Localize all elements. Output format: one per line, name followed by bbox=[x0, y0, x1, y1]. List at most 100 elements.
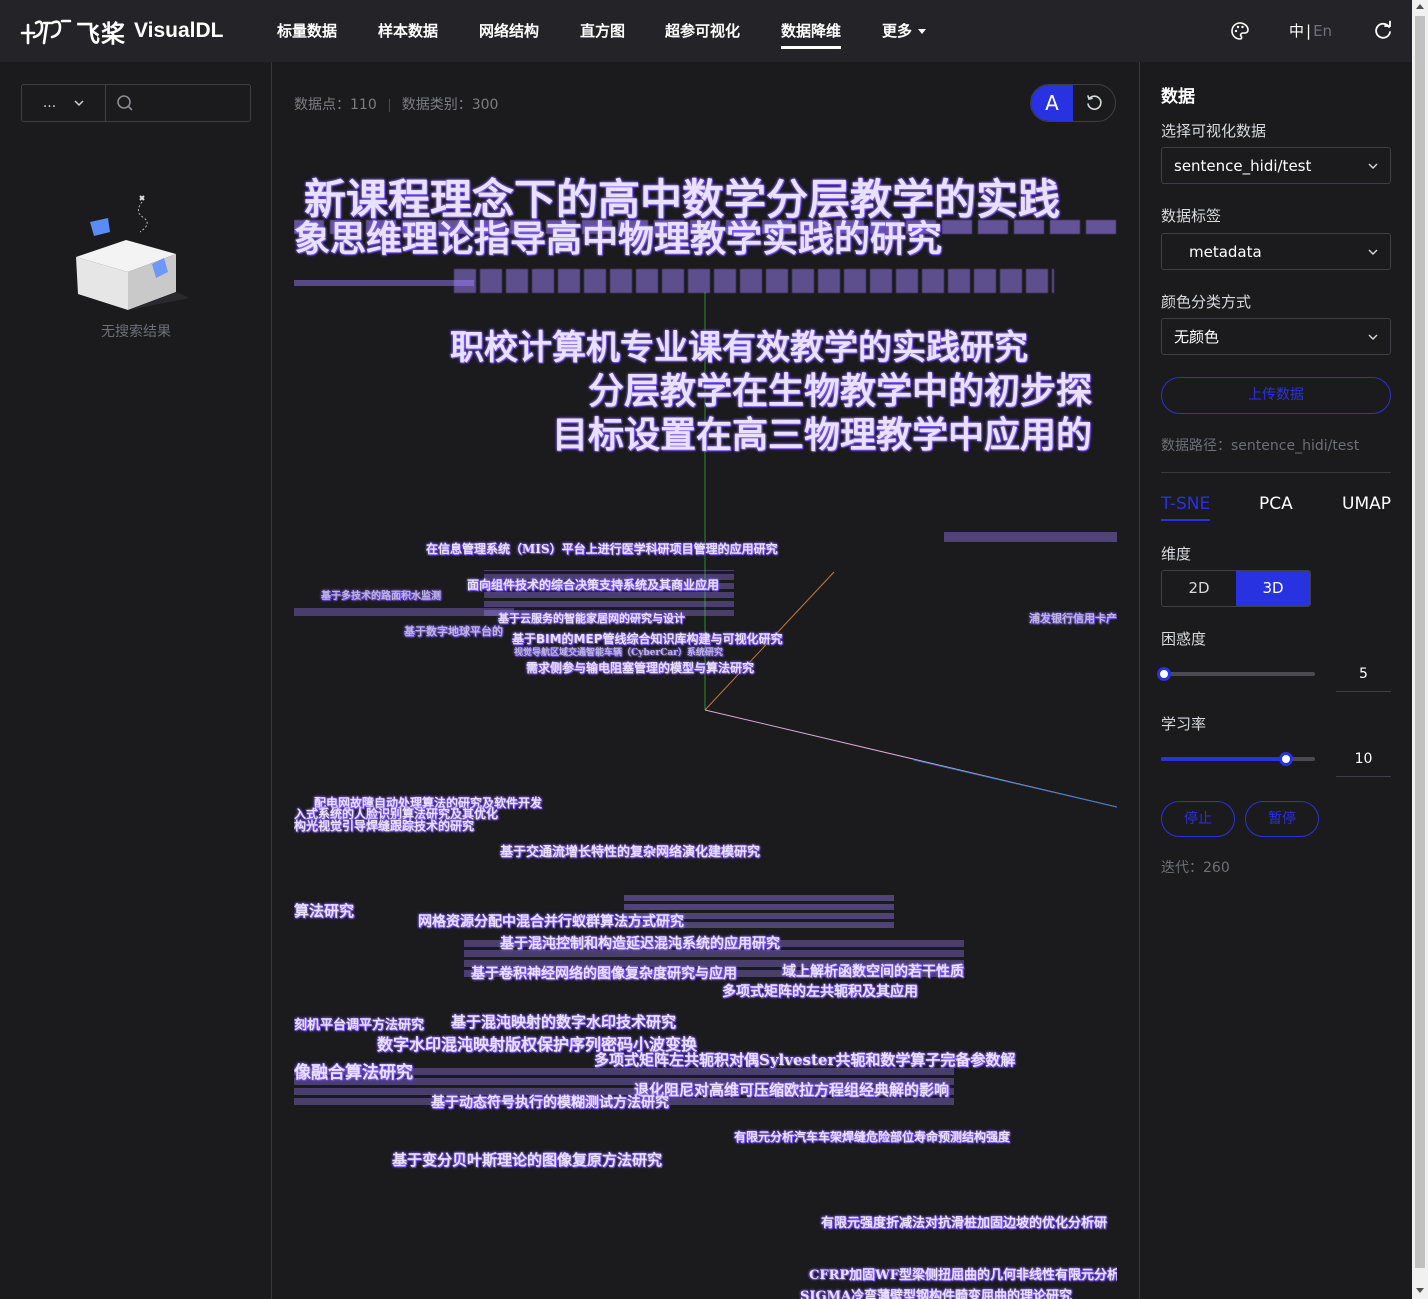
panel-title: 数据 bbox=[1161, 87, 1195, 107]
nav-more[interactable]: 更多 bbox=[882, 0, 927, 62]
overlapping-labels-band bbox=[294, 608, 514, 616]
nav-more-label: 更多 bbox=[882, 22, 913, 40]
overlapping-labels-band bbox=[294, 280, 474, 286]
chevron-down-icon bbox=[74, 100, 84, 107]
learning-rate-slider-handle[interactable] bbox=[1278, 752, 1293, 766]
chevron-down-icon bbox=[1368, 334, 1378, 340]
point-label: 面向组件技术的综合决策支持系统及其商业应用 bbox=[467, 578, 720, 592]
lang-en[interactable]: En bbox=[1313, 22, 1332, 40]
point-label: 多项式矩阵左共轭积对偶Sylvester共轭和数学算子完备参数解 bbox=[594, 1051, 1016, 1069]
nav-histogram[interactable]: 直方图 bbox=[580, 0, 625, 62]
select-data-label: 选择可视化数据 bbox=[1161, 122, 1267, 140]
color-by-select[interactable]: 无颜色 bbox=[1161, 318, 1391, 355]
page-scrollbar[interactable] bbox=[1412, 0, 1428, 1299]
nav-hyperparameter[interactable]: 超参可视化 bbox=[665, 0, 740, 62]
scroll-up-arrow-icon[interactable] bbox=[1416, 4, 1424, 9]
perplexity-label: 困惑度 bbox=[1161, 630, 1207, 648]
point-label: 基于混沌控制和构造延迟混沌系统的应用研究 bbox=[500, 936, 780, 952]
active-tab-indicator bbox=[1161, 519, 1210, 521]
tab-umap[interactable]: UMAP bbox=[1342, 494, 1391, 514]
point-label: 基于卷积神经网络的图像复杂度研究与应用 bbox=[471, 966, 737, 982]
overlapping-labels-band bbox=[944, 532, 1117, 542]
tab-pca[interactable]: PCA bbox=[1259, 494, 1293, 514]
dimension-3d-button[interactable]: 3D bbox=[1236, 571, 1310, 606]
metadata-select[interactable]: metadata bbox=[1161, 233, 1391, 270]
learning-rate-value[interactable]: 10 bbox=[1336, 741, 1391, 777]
point-label: 目标设置在高三物理教学中应用的 bbox=[552, 415, 1093, 456]
scroll-down-arrow-icon[interactable] bbox=[1416, 1288, 1424, 1293]
nav-samples[interactable]: 样本数据 bbox=[378, 0, 438, 62]
stop-button[interactable]: 停止 bbox=[1161, 801, 1235, 837]
overlapping-labels-band bbox=[454, 269, 1054, 293]
theme-palette-icon[interactable] bbox=[1229, 20, 1251, 42]
point-label: 基于动态符号执行的模糊测试方法研究 bbox=[431, 1095, 669, 1111]
nav-graph[interactable]: 网络结构 bbox=[479, 0, 539, 62]
point-label: 多项式矩阵的左共轭积及其应用 bbox=[722, 984, 918, 1000]
lang-separator: | bbox=[1306, 22, 1312, 40]
dataset-select[interactable]: sentence_hidi/test bbox=[1161, 147, 1391, 184]
nav-scalar[interactable]: 标量数据 bbox=[277, 0, 337, 62]
top-navigation-bar: 飞桨 VisualDL 标量数据 样本数据 网络结构 直方图 超参可视化 数据降… bbox=[0, 0, 1412, 62]
search-input-wrap bbox=[106, 85, 250, 121]
section-divider bbox=[1161, 472, 1391, 473]
search-scope-value: ... bbox=[42, 95, 57, 111]
language-switch[interactable]: 中 | En bbox=[1289, 20, 1332, 41]
stats-divider bbox=[388, 98, 390, 112]
search-input[interactable] bbox=[140, 95, 250, 111]
scrollbar-thumb[interactable] bbox=[1415, 16, 1425, 1268]
point-label: 需求侧参与输电阻塞管理的模型与算法研究 bbox=[526, 661, 755, 675]
learning-rate-slider[interactable] bbox=[1161, 752, 1315, 766]
brand-name-en: VisualDL bbox=[134, 19, 224, 42]
point-label: 基于云服务的智能家居网的研究与设计 bbox=[498, 612, 685, 625]
settings-panel: 数据 选择可视化数据 sentence_hidi/test 数据标签 metad… bbox=[1139, 62, 1412, 1299]
left-search-panel: ... 无搜索结果 bbox=[0, 62, 272, 1299]
point-label: 构光视觉引导焊缝跟踪技术的研究 bbox=[294, 819, 475, 833]
point-label: 基于变分贝叶斯理论的图像复原方法研究 bbox=[392, 1151, 663, 1169]
data-stats: 数据点：110 数据类别：300 bbox=[294, 94, 498, 114]
axes-3d bbox=[704, 292, 1117, 808]
point-label: 在信息管理系统（MIS）平台上进行医学科研项目管理的应用研究 bbox=[426, 542, 778, 556]
learning-rate-label: 学习率 bbox=[1161, 715, 1207, 733]
point-label: 浦发银行信用卡产 bbox=[1029, 612, 1117, 625]
chevron-down-icon bbox=[1368, 249, 1378, 255]
point-label: 基于交通流增长特性的复杂网络演化建模研究 bbox=[500, 845, 761, 860]
upload-data-button[interactable]: 上传数据 bbox=[1161, 377, 1391, 414]
x-axis-line-far bbox=[913, 759, 1117, 808]
nav-high-dimensional[interactable]: 数据降维 bbox=[781, 0, 842, 62]
perplexity-value[interactable]: 5 bbox=[1336, 656, 1391, 692]
metadata-select-value: metadata bbox=[1189, 242, 1262, 261]
show-labels-toggle[interactable]: A bbox=[1031, 85, 1073, 121]
point-label: 像融合算法研究 bbox=[294, 1063, 413, 1083]
paddle-logo-icon bbox=[20, 19, 72, 45]
data-path-text: 数据路径：sentence_hidi/test bbox=[1161, 438, 1360, 454]
dataset-select-value: sentence_hidi/test bbox=[1174, 156, 1312, 175]
visualdl-logo[interactable]: 飞桨 VisualDL bbox=[20, 14, 223, 48]
reset-view-button[interactable] bbox=[1073, 85, 1115, 121]
point-label: 视觉导航区域交通智能车辆（CyberCar）系统研究 bbox=[514, 648, 723, 658]
point-label: 基于数字地球平台的 bbox=[404, 625, 503, 638]
search-icon bbox=[117, 95, 133, 111]
perplexity-slider-handle[interactable] bbox=[1157, 667, 1172, 681]
point-label: 基于多技术的路面积水监测 bbox=[321, 591, 441, 602]
perplexity-slider[interactable] bbox=[1157, 667, 1315, 681]
refresh-icon[interactable] bbox=[1372, 20, 1394, 42]
point-label: 域上解析函数空间的若干性质 bbox=[782, 964, 964, 980]
scatter-canvas[interactable]: 新课程理念下的高中数学分层教学的实践 象思维理论指导高中物理教学实践的研究 职校… bbox=[294, 142, 1117, 1299]
points-count: 数据点：110 bbox=[294, 97, 377, 113]
dimension-toggle: 2D 3D bbox=[1161, 570, 1311, 607]
tab-tsne[interactable]: T-SNE bbox=[1161, 494, 1210, 514]
pause-button[interactable]: 暂停 bbox=[1245, 801, 1319, 837]
search-bar: ... bbox=[21, 84, 251, 122]
point-label: 算法研究 bbox=[294, 902, 355, 920]
lang-cn[interactable]: 中 bbox=[1289, 22, 1304, 40]
dimension-2d-button[interactable]: 2D bbox=[1162, 571, 1236, 606]
point-label: 象思维理论指导高中物理教学实践的研究 bbox=[294, 219, 943, 260]
search-scope-select[interactable]: ... bbox=[22, 85, 106, 121]
learning-rate-slider-fill bbox=[1161, 757, 1286, 761]
empty-box-illustration-icon bbox=[76, 195, 190, 310]
point-label: CFRP加固WF型梁侧扭屈曲的几何非线性有限元分析 bbox=[809, 1268, 1117, 1283]
view-toggle-group: A bbox=[1030, 84, 1116, 122]
point-label: 退化阻尼对高维可压缩欧拉方程组经典解的影响 bbox=[634, 1081, 950, 1099]
classes-count: 数据类别：300 bbox=[401, 97, 499, 113]
point-label: 网格资源分配中混合并行蚁群算法方式研究 bbox=[418, 914, 684, 930]
